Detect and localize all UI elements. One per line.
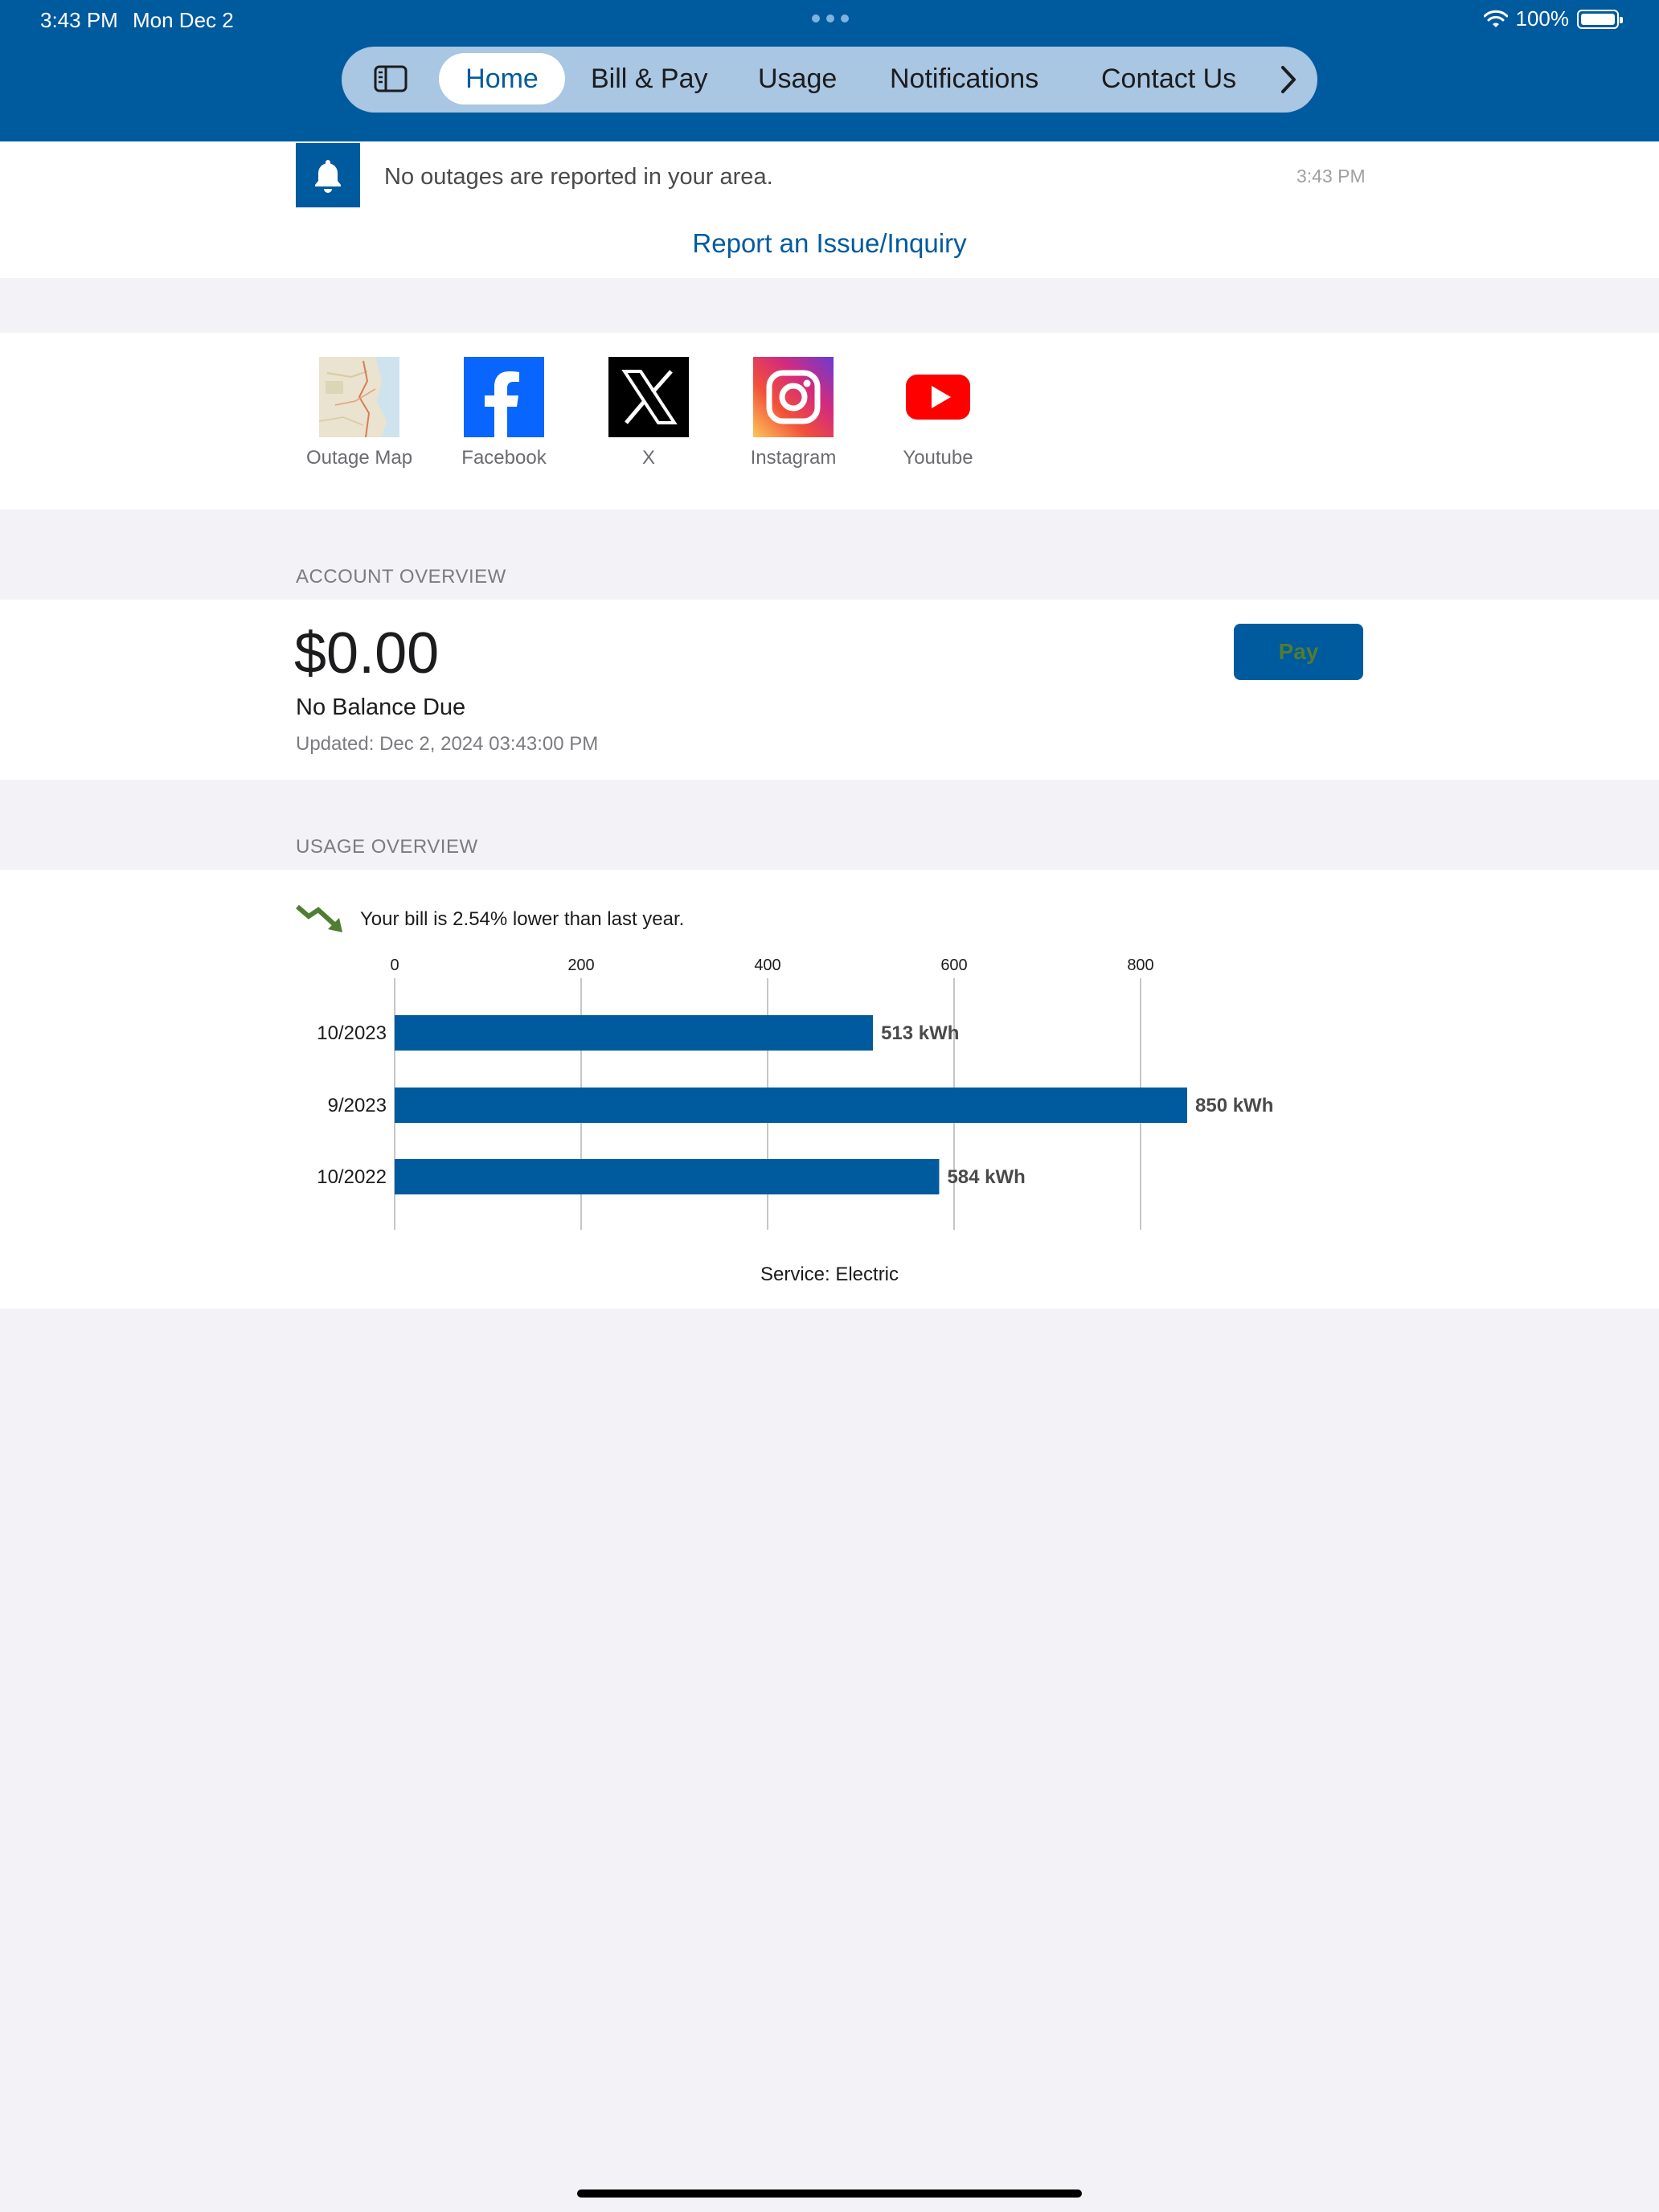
tab-contact-us[interactable]: Contact Us xyxy=(1101,53,1236,104)
balance-amount: $0.00 xyxy=(294,621,440,686)
outage-map-icon[interactable] xyxy=(319,357,399,437)
x-tick-label: 200 xyxy=(567,956,594,974)
youtube-label: Youtube xyxy=(903,447,973,469)
outage-message: No outages are reported in your area. xyxy=(384,164,773,190)
usage-bar xyxy=(395,1088,1187,1123)
report-issue-link[interactable]: Report an Issue/Inquiry xyxy=(0,228,1659,259)
balance-status: No Balance Due xyxy=(296,694,466,720)
x-label: X xyxy=(641,447,655,469)
top-bar: 3:43 PM Mon Dec 2 100% Home Bill & Pay U… xyxy=(0,0,1659,141)
service-label: Service: Electric xyxy=(760,1264,899,1285)
status-right: 100% xyxy=(1483,6,1623,31)
x-icon[interactable] xyxy=(608,357,689,437)
x-tick-label: 0 xyxy=(390,956,399,974)
wifi-icon xyxy=(1483,10,1508,27)
multitasking-dots-icon[interactable] xyxy=(812,14,849,23)
status-time: 3:43 PM xyxy=(40,8,118,32)
home-indicator xyxy=(577,2189,1082,2198)
instagram-link[interactable]: Instagram xyxy=(721,357,866,469)
account-overview-title: ACCOUNT OVERVIEW xyxy=(296,566,506,588)
chevron-right-icon[interactable] xyxy=(1278,64,1299,95)
facebook-label: Facebook xyxy=(461,447,547,469)
outage-timestamp: 3:43 PM xyxy=(1296,166,1366,186)
bell-icon xyxy=(296,143,360,207)
bar-value-label: 850 kWh xyxy=(1195,1095,1273,1116)
x-tick-label: 800 xyxy=(1127,956,1153,974)
tab-notifications[interactable]: Notifications xyxy=(890,53,1038,104)
report-issue-label[interactable]: Report an Issue/Inquiry xyxy=(692,228,966,258)
battery-percent: 100% xyxy=(1515,6,1570,31)
account-overview-panel: $0.00 No Balance Due Updated: Dec 2, 202… xyxy=(0,600,1659,780)
category-label: 9/2023 xyxy=(328,1095,387,1116)
usage-overview-title: USAGE OVERVIEW xyxy=(296,836,478,858)
usage-bar-chart: 0 200 400 600 800 10/2023 513 kWh 9/2023 850 kWh… xyxy=(317,956,1273,1230)
category-label: 10/2022 xyxy=(317,1166,387,1188)
facebook-link[interactable]: Facebook xyxy=(432,357,576,469)
instagram-label: Instagram xyxy=(750,447,837,469)
outage-map-link[interactable]: Outage Map xyxy=(287,357,432,469)
instagram-icon[interactable] xyxy=(753,357,834,437)
pay-button[interactable]: Pay xyxy=(1234,624,1363,680)
battery-icon xyxy=(1577,9,1623,29)
usage-bar xyxy=(395,1015,874,1051)
x-link[interactable]: X xyxy=(576,357,721,469)
usage-bar xyxy=(395,1159,940,1194)
outage-panel: No outages are reported in your area. 3:… xyxy=(0,141,1659,278)
bar-value-label: 584 kWh xyxy=(947,1166,1025,1188)
quick-links-panel: Outage Map Facebook X Instagram Youtube xyxy=(0,333,1659,510)
category-label: 10/2023 xyxy=(317,1022,387,1044)
outage-map-label: Outage Map xyxy=(305,447,413,469)
x-tick-label: 400 xyxy=(754,956,780,974)
youtube-link[interactable]: Youtube xyxy=(866,357,1010,469)
tab-home[interactable]: Home xyxy=(439,53,565,104)
tab-usage[interactable]: Usage xyxy=(758,53,837,104)
youtube-icon[interactable] xyxy=(898,357,978,437)
balance-updated: Updated: Dec 2, 2024 03:43:00 PM xyxy=(296,733,599,755)
nav-tab-bar: Home Bill & Pay Usage Notifications Cont… xyxy=(342,47,1317,113)
facebook-icon[interactable] xyxy=(464,357,544,437)
bar-value-label: 513 kWh xyxy=(881,1022,959,1044)
tab-bill-pay[interactable]: Bill & Pay xyxy=(591,53,708,104)
x-tick-label: 600 xyxy=(940,956,967,974)
sidebar-toggle-icon[interactable] xyxy=(374,65,408,92)
status-date: Mon Dec 2 xyxy=(133,8,234,32)
usage-overview-panel: Your bill is 2.54% lower than last year.… xyxy=(0,870,1659,1309)
